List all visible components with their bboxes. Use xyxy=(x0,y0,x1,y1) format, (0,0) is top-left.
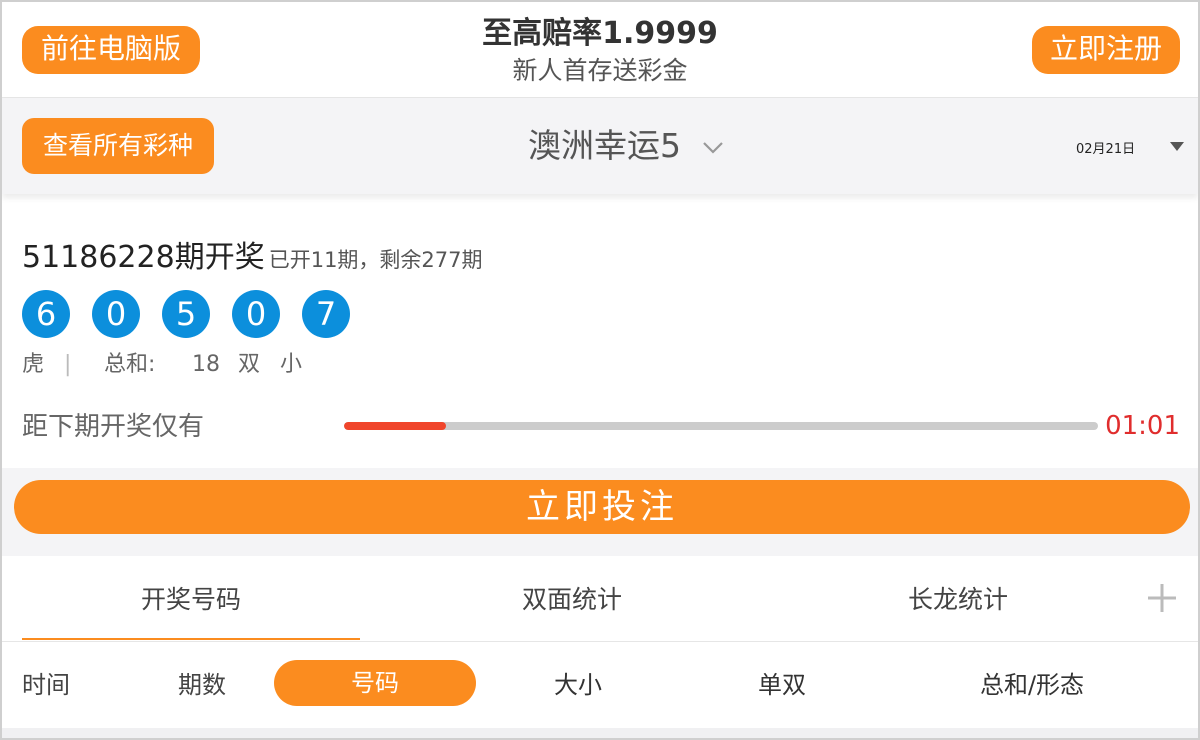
countdown-progress-bar xyxy=(344,422,1098,430)
all-lotteries-button[interactable]: 查看所有彩种 xyxy=(22,118,214,174)
issue-line: 51186228期开奖 已开11期，剩余277期 xyxy=(22,238,483,282)
date-select[interactable]: 02月21日 xyxy=(1076,136,1186,160)
result-ball: 6 xyxy=(22,290,70,338)
view-number-toggle[interactable]: 号码 xyxy=(274,660,476,706)
date-value: 02月21日 xyxy=(1076,142,1136,157)
top-header: 前往电脑版 至高赔率1.9999 新人首存送彩金 立即注册 xyxy=(2,2,1198,98)
caret-down-icon xyxy=(1170,142,1184,151)
issue-progress: 已开11期，剩余277期 xyxy=(268,248,483,272)
sum-label: 总和: xyxy=(104,352,156,377)
lottery-selector-bar: 查看所有彩种 澳洲幸运5 02月21日 xyxy=(2,98,1198,194)
stats-tabs: 开奖号码 双面统计 长龙统计 xyxy=(2,556,1198,642)
divider: | xyxy=(64,352,72,377)
result-ball: 7 xyxy=(302,290,350,338)
big-small-result: 小 xyxy=(280,352,303,377)
register-button[interactable]: 立即注册 xyxy=(1032,26,1180,74)
result-ball: 0 xyxy=(232,290,280,338)
lottery-name-dropdown[interactable]: 澳洲幸运5 xyxy=(528,124,681,168)
odd-even-result: 双 xyxy=(238,352,261,377)
view-size-toggle[interactable]: 大小 xyxy=(528,668,628,702)
promo-subtitle: 新人首存送彩金 xyxy=(512,56,688,85)
sum-value: 18 xyxy=(192,352,220,377)
tab-dragon-stats[interactable]: 长龙统计 xyxy=(788,580,1128,620)
plus-icon[interactable] xyxy=(1146,582,1178,614)
promo-title: 至高赔率1.9999 xyxy=(482,16,718,51)
issue-number: 51186228期开奖 xyxy=(22,240,265,275)
countdown-progress-fill xyxy=(344,422,446,430)
app-frame: 前往电脑版 至高赔率1.9999 新人首存送彩金 立即注册 查看所有彩种 澳洲幸… xyxy=(0,0,1200,740)
active-tab-indicator xyxy=(22,638,360,640)
tab-draw-numbers[interactable]: 开奖号码 xyxy=(22,580,360,620)
chevron-down-icon[interactable] xyxy=(702,136,724,158)
result-ball: 5 xyxy=(162,290,210,338)
countdown-time: 01:01 xyxy=(1105,411,1180,441)
results-column-header: 时间 期数 号码 大小 单双 总和/形态 xyxy=(2,642,1198,728)
countdown-label: 距下期开奖仅有 xyxy=(22,412,205,442)
result-ball: 0 xyxy=(92,290,140,338)
column-time: 时间 xyxy=(22,671,70,699)
dragon-tiger-result: 虎 xyxy=(22,352,45,377)
draw-result-panel: 51186228期开奖 已开11期，剩余277期 6 0 5 0 7 虎 | 总和… xyxy=(2,214,1198,468)
tab-double-stats[interactable]: 双面统计 xyxy=(402,580,742,620)
list-top-strip xyxy=(2,728,1198,738)
bet-bar: 立即投注 xyxy=(2,468,1198,556)
view-odd-even-toggle[interactable]: 单双 xyxy=(732,668,832,702)
column-period: 期数 xyxy=(178,671,226,699)
view-sum-shape-toggle[interactable]: 总和/形态 xyxy=(952,668,1112,702)
bet-now-button[interactable]: 立即投注 xyxy=(14,480,1190,534)
